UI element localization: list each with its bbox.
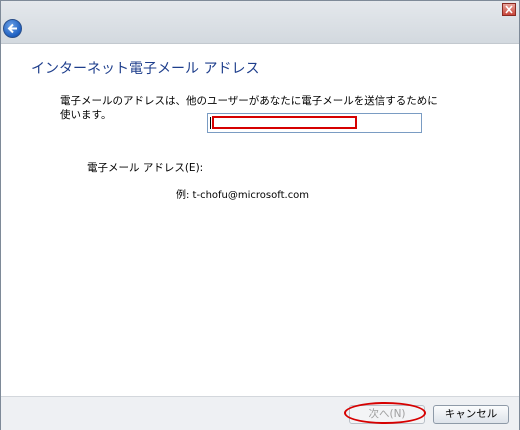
title-bar (1, 1, 519, 44)
wizard-content: インターネット電子メール アドレス 電子メールのアドレスは、他のユーザーがあなた… (1, 44, 519, 396)
cancel-button[interactable]: キャンセル (433, 405, 509, 424)
back-button[interactable] (3, 19, 22, 38)
button-bar: 次へ(N) キャンセル (1, 396, 519, 430)
close-icon (505, 5, 513, 14)
text-caret (210, 117, 211, 129)
email-label: 電子メール アドレス(E): (87, 162, 204, 174)
email-input[interactable] (207, 113, 422, 133)
close-button[interactable] (502, 3, 516, 16)
wizard-window: インターネット電子メール アドレス 電子メールのアドレスは、他のユーザーがあなた… (0, 0, 520, 430)
next-button[interactable]: 次へ(N) (349, 405, 425, 424)
page-title: インターネット電子メール アドレス (31, 61, 260, 77)
example-text: 例: t-chofu@microsoft.com (176, 190, 310, 201)
back-arrow-icon (7, 23, 17, 34)
